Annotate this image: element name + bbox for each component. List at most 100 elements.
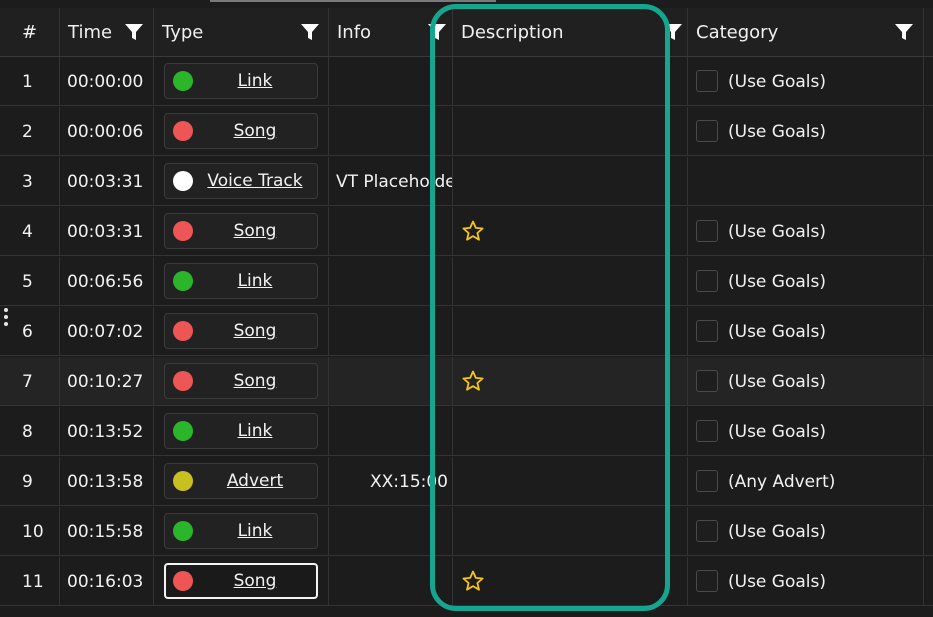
type-dot-icon (173, 121, 193, 141)
type-button[interactable]: Link (164, 263, 318, 299)
type-label[interactable]: Advert (193, 464, 317, 498)
table-row[interactable]: 6 00:07:02 Song (Use Goals) (0, 307, 933, 356)
type-label[interactable]: Link (193, 264, 317, 298)
table-row[interactable]: 10 00:15:58 Link (Use Goals) (0, 507, 933, 556)
row-info (329, 507, 453, 556)
filter-icon[interactable] (124, 22, 144, 42)
category-checkbox[interactable] (696, 370, 718, 392)
type-label[interactable]: Voice Track (193, 164, 317, 198)
category-checkbox[interactable] (696, 570, 718, 592)
row-info (329, 357, 453, 406)
row-info: VT Placeholde (329, 157, 453, 206)
category-checkbox[interactable] (696, 270, 718, 292)
table-row[interactable]: 8 00:13:52 Link (Use Goals) (0, 407, 933, 456)
star-icon[interactable] (461, 369, 485, 393)
row-number: 7 (14, 357, 60, 406)
row-number: 11 (14, 557, 60, 606)
row-description[interactable] (453, 57, 688, 106)
type-label[interactable]: Song (193, 214, 317, 248)
table-row[interactable]: 7 00:10:27 Song (Use Goals) (0, 357, 933, 406)
header-num[interactable]: # (14, 8, 60, 56)
row-description[interactable] (453, 557, 688, 606)
type-button[interactable]: Song (164, 313, 318, 349)
header-type[interactable]: Type (154, 8, 329, 56)
category-checkbox[interactable] (696, 120, 718, 142)
row-next (924, 207, 933, 256)
table-row[interactable]: 5 00:06:56 Link (Use Goals) (0, 257, 933, 306)
header-time[interactable]: Time (60, 8, 154, 56)
row-time: 00:10:27 (60, 357, 154, 406)
type-button[interactable]: Song (164, 113, 318, 149)
category-checkbox[interactable] (696, 320, 718, 342)
row-info (329, 307, 453, 356)
type-button[interactable]: Advert (164, 463, 318, 499)
type-label[interactable]: Song (193, 314, 317, 348)
table-row[interactable]: 2 00:00:06 Song (Use Goals) (0, 107, 933, 156)
row-category: (Use Goals) (688, 407, 924, 456)
category-text: (Use Goals) (728, 521, 826, 542)
star-icon[interactable] (461, 569, 485, 593)
filter-icon[interactable] (663, 22, 683, 42)
type-label[interactable]: Song (193, 364, 317, 398)
row-description[interactable] (453, 407, 688, 456)
row-description[interactable] (453, 357, 688, 406)
header-info[interactable]: Info (329, 8, 453, 56)
row-info (329, 557, 453, 606)
type-label[interactable]: Link (193, 414, 317, 448)
row-time: 00:13:52 (60, 407, 154, 456)
type-label[interactable]: Link (193, 514, 317, 548)
row-number: 2 (14, 107, 60, 156)
header-category[interactable]: Category (688, 8, 924, 56)
category-checkbox[interactable] (696, 520, 718, 542)
row-type: Link (154, 257, 329, 306)
row-time: 00:03:31 (60, 207, 154, 256)
filter-icon[interactable] (894, 22, 914, 42)
type-button[interactable]: Song (164, 213, 318, 249)
type-label[interactable]: Link (193, 64, 317, 98)
filter-icon[interactable] (300, 22, 320, 42)
row-time: 00:00:00 (60, 57, 154, 106)
category-checkbox[interactable] (696, 220, 718, 242)
type-button[interactable]: Song (164, 563, 318, 599)
row-number: 3 (14, 157, 60, 206)
row-info (329, 107, 453, 156)
row-type: Link (154, 507, 329, 556)
category-checkbox[interactable] (696, 420, 718, 442)
type-label[interactable]: Song (193, 114, 317, 148)
row-time: 00:07:02 (60, 307, 154, 356)
row-next (924, 157, 933, 206)
row-time: 00:15:58 (60, 507, 154, 556)
star-icon[interactable] (461, 219, 485, 243)
type-button[interactable]: Link (164, 413, 318, 449)
row-description[interactable] (453, 307, 688, 356)
row-number: 5 (14, 257, 60, 306)
table-row[interactable]: 3 00:03:31 Voice Track VT Placeholde (0, 157, 933, 206)
row-type: Song (154, 207, 329, 256)
type-button[interactable]: Voice Track (164, 163, 318, 199)
type-button[interactable]: Song (164, 363, 318, 399)
type-button[interactable]: Link (164, 513, 318, 549)
filter-icon[interactable] (427, 22, 447, 42)
type-label[interactable]: Song (194, 565, 316, 597)
row-description[interactable] (453, 507, 688, 556)
category-text: (Use Goals) (728, 421, 826, 442)
table-row[interactable]: 9 00:13:58 Advert XX:15:00 (Any Advert) (0, 457, 933, 506)
row-type: Song (154, 107, 329, 156)
resize-handle[interactable] (3, 308, 9, 330)
row-description[interactable] (453, 207, 688, 256)
row-description[interactable] (453, 457, 688, 506)
category-checkbox[interactable] (696, 470, 718, 492)
table-row[interactable]: 11 00:16:03 Song (Use Goals) (0, 557, 933, 606)
type-dot-icon (173, 471, 193, 491)
row-info (329, 407, 453, 456)
table-row[interactable]: 1 00:00:00 Link (Use Goals) (0, 57, 933, 106)
row-description[interactable] (453, 157, 688, 206)
table-row[interactable]: 4 00:03:31 Song (Use Goals) (0, 207, 933, 256)
row-description[interactable] (453, 107, 688, 156)
header-description[interactable]: Description (453, 8, 688, 56)
category-text: (Use Goals) (728, 221, 826, 242)
category-checkbox[interactable] (696, 70, 718, 92)
type-button[interactable]: Link (164, 63, 318, 99)
header-next[interactable] (924, 8, 933, 56)
row-description[interactable] (453, 257, 688, 306)
